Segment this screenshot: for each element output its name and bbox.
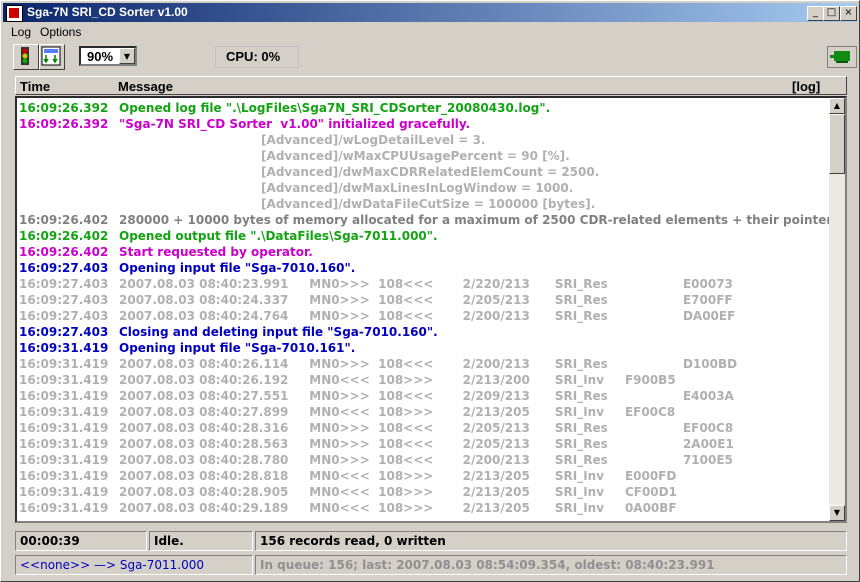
log-message: 2007.08.03 08:40:28.905 MN0<<< 108>>> 2/… <box>119 485 677 499</box>
column-log[interactable]: [log] <box>792 79 820 94</box>
log-message: [Advanced]/wMaxCPUUsagePercent = 90 [%]. <box>119 149 570 163</box>
vertical-scrollbar[interactable]: ▲ ▼ <box>829 98 845 521</box>
toolbar: 90% ▼ CPU: 0% <box>3 43 857 71</box>
log-time: 16:09:31.419 <box>19 341 109 355</box>
window-title: Sga-7N SRI_CD Sorter v1.00 <box>27 5 188 19</box>
scroll-up-icon[interactable]: ▲ <box>829 98 845 114</box>
menu-bar: Log Options <box>3 23 857 41</box>
log-time: 16:09:31.419 <box>19 357 109 371</box>
log-message: 2007.08.03 08:40:24.337 MN0>>> 108<<< 2/… <box>119 293 733 307</box>
menu-log[interactable]: Log <box>11 25 31 39</box>
routing-text: <<none>> —> Sga-7011.000 <box>20 558 205 572</box>
log-message: 2007.08.03 08:40:28.563 MN0>>> 108<<< 2/… <box>119 437 734 451</box>
status-elapsed: 00:00:39 <box>15 531 147 551</box>
elapsed-text: 00:00:39 <box>20 534 80 548</box>
log-time: 16:09:27.403 <box>19 293 109 307</box>
log-message: 2007.08.03 08:40:23.991 MN0>>> 108<<< 2/… <box>119 277 733 291</box>
log-time: 16:09:27.403 <box>19 309 109 323</box>
log-time: 16:09:31.419 <box>19 501 109 515</box>
maximize-button[interactable]: □ <box>823 6 840 21</box>
cpu-indicator: CPU: 0% <box>215 46 299 68</box>
log-message: Opening input file "Sga-7010.161". <box>119 341 356 355</box>
log-message: 2007.08.03 08:40:26.114 MN0>>> 108<<< 2/… <box>119 357 738 371</box>
close-button[interactable]: × <box>840 6 857 21</box>
log-message: 2007.08.03 08:40:28.818 MN0<<< 108>>> 2/… <box>119 469 677 483</box>
log-message: Opening input file "Sga-7010.160". <box>119 261 356 275</box>
log-message: Opened log file ".\LogFiles\Sga7N_SRI_CD… <box>119 101 551 115</box>
status-records: 156 records read, 0 written <box>255 531 847 551</box>
log-message: 2007.08.03 08:40:24.764 MN0>>> 108<<< 2/… <box>119 309 736 323</box>
scroll-down-icon[interactable]: ▼ <box>829 505 845 521</box>
log-message: [Advanced]/dwMaxCDRRelatedElemCount = 25… <box>119 165 600 179</box>
queue-text: In queue: 156; last: 2007.08.03 08:54:09… <box>260 558 715 572</box>
log-message: 2007.08.03 08:40:29.189 MN0<<< 108>>> 2/… <box>119 501 677 515</box>
log-message: Opened output file ".\DataFiles\Sga-7011… <box>119 229 438 243</box>
log-time: 16:09:31.419 <box>19 469 109 483</box>
log-message: [Advanced]/wLogDetailLevel = 3. <box>119 133 486 147</box>
traffic-light-icon <box>21 47 29 65</box>
log-time: 16:09:26.392 <box>19 101 109 115</box>
cpu-label: CPU: 0% <box>226 49 281 64</box>
log-message: 2007.08.03 08:40:28.316 MN0>>> 108<<< 2/… <box>119 421 734 435</box>
log-message: 280000 + 10000 bytes of memory allocated… <box>119 213 845 227</box>
log-window[interactable]: 16:09:26.392 Opened log file ".\LogFiles\… <box>15 96 847 523</box>
log-message: 2007.08.03 08:40:28.780 MN0>>> 108<<< 2/… <box>119 453 733 467</box>
log-time: 16:09:31.419 <box>19 373 109 387</box>
status-state: Idle. <box>149 531 253 551</box>
log-time: 16:09:27.403 <box>19 325 109 339</box>
column-message[interactable]: Message <box>118 79 173 94</box>
log-time: 16:09:31.419 <box>19 485 109 499</box>
log-message: 2007.08.03 08:40:27.551 MN0>>> 108<<< 2/… <box>119 389 734 403</box>
status-routing: <<none>> —> Sga-7011.000 <box>15 555 253 575</box>
log-message: "Sga-7N SRI_CD Sorter v1.00" initialized… <box>119 117 471 131</box>
app-icon[interactable] <box>6 5 23 22</box>
train-icon <box>830 51 850 63</box>
status-queue: In queue: 156; last: 2007.08.03 08:54:09… <box>255 555 847 575</box>
log-message: [Advanced]/dwDataFileCutSize = 100000 [b… <box>119 197 596 211</box>
state-text: Idle. <box>154 534 184 548</box>
zoom-value: 90% <box>87 49 114 64</box>
log-time: 16:09:26.392 <box>19 117 109 131</box>
main-window: Sga-7N SRI_CD Sorter v1.00 _ □ × Log Opt… <box>0 0 860 582</box>
log-time: 16:09:31.419 <box>19 437 109 451</box>
log-time: 16:09:31.419 <box>19 421 109 435</box>
title-bar[interactable]: Sga-7N SRI_CD Sorter v1.00 _ □ × <box>3 3 857 22</box>
auto-scroll-button[interactable] <box>39 44 65 70</box>
zoom-select[interactable]: 90% ▼ <box>79 46 137 66</box>
log-header: Time Message [log] <box>15 76 847 95</box>
log-message: 2007.08.03 08:40:27.899 MN0<<< 108>>> 2/… <box>119 405 676 419</box>
log-time: 16:09:26.402 <box>19 229 109 243</box>
scroll-thumb[interactable] <box>829 114 845 174</box>
column-time[interactable]: Time <box>20 79 50 94</box>
log-message: Closing and deleting input file "Sga-701… <box>119 325 438 339</box>
log-time: 16:09:26.402 <box>19 245 109 259</box>
connection-button[interactable] <box>827 46 857 68</box>
records-text: 156 records read, 0 written <box>260 534 446 548</box>
log-time: 16:09:31.419 <box>19 453 109 467</box>
chevron-down-icon[interactable]: ▼ <box>119 48 135 64</box>
log-time: 16:09:31.419 <box>19 405 109 419</box>
log-message: 2007.08.03 08:40:26.192 MN0<<< 108>>> 2/… <box>119 373 676 387</box>
log-time: 16:09:27.403 <box>19 261 109 275</box>
auto-scroll-icon <box>41 46 61 66</box>
log-message: Start requested by operator. <box>119 245 313 259</box>
minimize-button[interactable]: _ <box>807 6 824 21</box>
log-time: 16:09:27.403 <box>19 277 109 291</box>
log-message: [Advanced]/dwMaxLinesInLogWindow = 1000. <box>119 181 574 195</box>
log-time: 16:09:31.419 <box>19 389 109 403</box>
traffic-light-button[interactable] <box>13 44 39 70</box>
log-time: 16:09:26.402 <box>19 213 109 227</box>
menu-options[interactable]: Options <box>40 25 81 39</box>
